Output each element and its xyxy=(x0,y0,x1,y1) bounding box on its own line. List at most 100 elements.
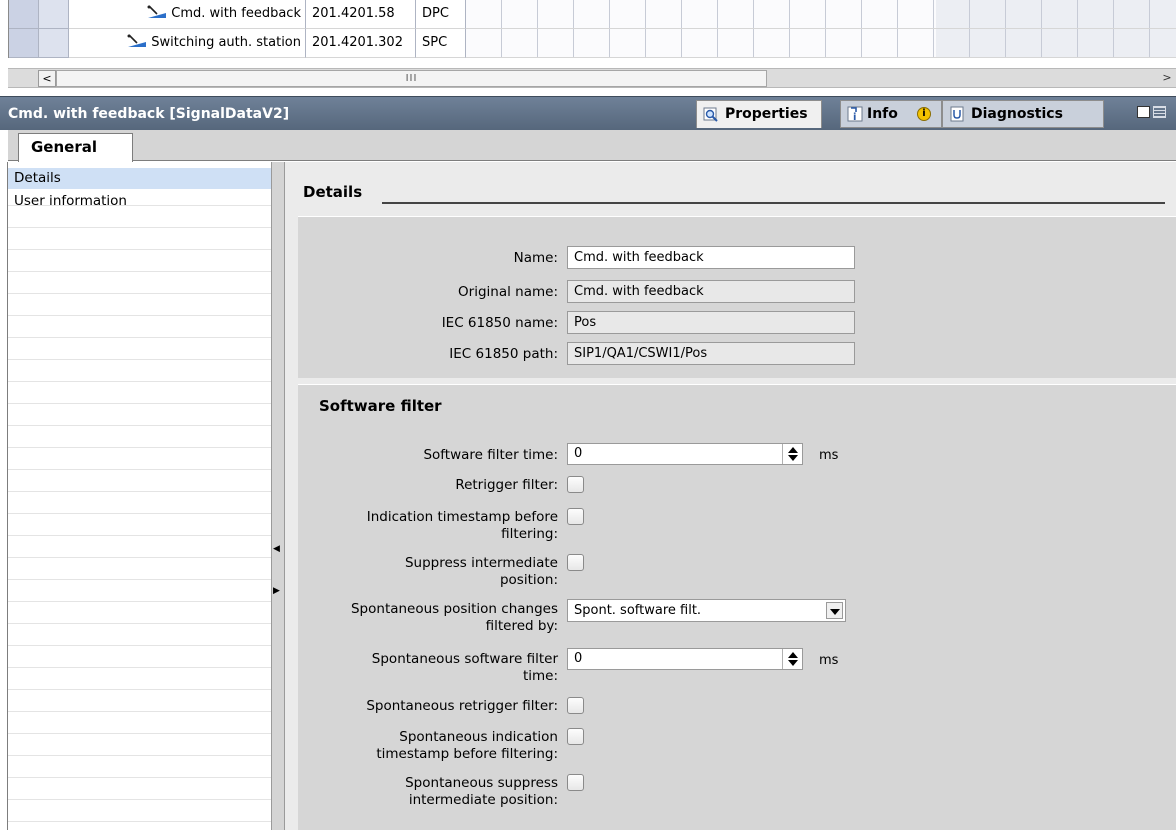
label-line: Spontaneous position changes xyxy=(350,601,558,617)
tab-info[interactable]: i Info i xyxy=(840,100,942,128)
left-edge xyxy=(0,162,8,830)
spin-up-icon[interactable] xyxy=(788,652,798,658)
spont-suppress-label: Spontaneous suppress intermediate positi… xyxy=(405,775,558,809)
table-row[interactable]: Cmd. with feedback 201.4201.58 DPC xyxy=(9,0,1176,29)
timestamp-before-filtering-label: Indication timestamp before filtering: xyxy=(367,509,558,543)
spont-filter-time-value: 0 xyxy=(574,651,583,666)
spont-retrigger-label: Spontaneous retrigger filter: xyxy=(366,698,558,714)
info-warning-badge: i xyxy=(917,107,931,121)
software-filter-heading: Software filter xyxy=(319,397,442,415)
label-line: time: xyxy=(522,668,558,684)
spin-down-icon[interactable] xyxy=(788,455,798,461)
float-window-icon[interactable] xyxy=(1137,106,1150,118)
details-divider xyxy=(382,202,1165,204)
original-name-label: Original name: xyxy=(458,284,558,300)
signal-grid-cells[interactable] xyxy=(466,0,1176,29)
expand-right-icon[interactable]: ▶ xyxy=(273,586,283,596)
suppress-intermediate-checkbox[interactable] xyxy=(567,554,584,571)
panel-splitter[interactable]: ◀ ▶ xyxy=(271,162,285,830)
retrigger-filter-checkbox[interactable] xyxy=(567,476,584,493)
iec-name-label: IEC 61850 name: xyxy=(441,315,558,331)
spont-filter-time-unit: ms xyxy=(819,653,839,668)
nav-item-user-information[interactable]: User information xyxy=(8,191,271,212)
row-header-cell[interactable] xyxy=(9,0,39,29)
label-line: Spontaneous indication xyxy=(399,729,558,745)
diagnostics-icon xyxy=(950,106,964,122)
spont-suppress-checkbox[interactable] xyxy=(567,774,584,791)
signal-address-cell[interactable]: 201.4201.302 xyxy=(306,29,416,58)
inspector-tab-strip: General xyxy=(8,130,1176,162)
tab-properties-label: Properties xyxy=(725,106,808,122)
label-line: Spontaneous software filter xyxy=(371,651,558,667)
software-filter-time-value: 0 xyxy=(574,446,583,461)
spin-down-icon[interactable] xyxy=(788,660,798,666)
signal-table: Cmd. with feedback 201.4201.58 DPC Switc… xyxy=(8,0,1176,58)
software-filter-time-unit: ms xyxy=(819,448,839,463)
spin-up-icon[interactable] xyxy=(788,447,798,453)
left-navigation: Details User information xyxy=(8,162,271,830)
dropdown-value: Spont. software filt. xyxy=(574,603,702,618)
inspector-title: Cmd. with feedback [SignalDataV2] xyxy=(8,106,290,122)
details-group: Name: Cmd. with feedback Original name: … xyxy=(298,216,1176,378)
label-line: timestamp before filtering: xyxy=(376,746,558,762)
label-line: position: xyxy=(499,572,558,588)
suppress-intermediate-label: Suppress intermediate position: xyxy=(405,555,558,589)
horizontal-scrollbar[interactable]: < III > xyxy=(8,68,1176,88)
collapse-left-icon[interactable]: ◀ xyxy=(273,544,283,554)
window-controls xyxy=(1134,106,1168,120)
magnifier-icon xyxy=(703,107,718,122)
table-row[interactable]: Switching auth. station 201.4201.302 SPC xyxy=(9,29,1176,58)
svg-text:i: i xyxy=(853,112,856,122)
spont-timestamp-label: Spontaneous indication timestamp before … xyxy=(376,729,558,763)
spont-filter-time-input[interactable]: 0 xyxy=(567,648,803,670)
signal-address-cell[interactable]: 201.4201.58 xyxy=(306,0,416,29)
nav-item-details[interactable]: Details xyxy=(8,168,271,189)
info-icon: i xyxy=(847,106,863,122)
spont-filter-time-spinner[interactable] xyxy=(782,649,802,669)
spont-timestamp-checkbox[interactable] xyxy=(567,728,584,745)
spont-position-changes-label: Spontaneous position changes filtered by… xyxy=(351,601,558,635)
inspector-header: Cmd. with feedback [SignalDataV2] Proper… xyxy=(0,96,1176,130)
software-filter-time-input[interactable]: 0 xyxy=(567,443,803,465)
signal-name-cell[interactable]: Cmd. with feedback xyxy=(69,0,306,29)
iec-path-label: IEC 61850 path: xyxy=(449,346,558,362)
chevron-down-icon[interactable] xyxy=(826,602,843,619)
software-filter-time-label: Software filter time: xyxy=(423,447,558,463)
signal-grid-cells[interactable] xyxy=(466,29,1176,58)
label-line: Spontaneous suppress xyxy=(405,775,558,791)
label-line: Indication timestamp before xyxy=(366,509,558,525)
software-filter-time-spinner[interactable] xyxy=(782,444,802,464)
label-line: filtered by: xyxy=(485,618,558,634)
tab-diagnostics-label: Diagnostics xyxy=(971,106,1063,122)
signal-type-cell[interactable]: DPC xyxy=(416,0,466,29)
signal-name-cell[interactable]: Switching auth. station xyxy=(69,29,306,58)
tab-diagnostics[interactable]: Diagnostics xyxy=(942,100,1104,128)
name-label: Name: xyxy=(513,250,558,266)
scroll-left-button[interactable]: < xyxy=(38,70,56,87)
spont-retrigger-checkbox[interactable] xyxy=(567,697,584,714)
spont-position-changes-dropdown[interactable]: Spont. software filt. xyxy=(567,599,846,622)
scroll-thumb[interactable]: III xyxy=(56,70,767,87)
tab-properties[interactable]: Properties xyxy=(696,100,822,128)
timestamp-before-filtering-checkbox[interactable] xyxy=(567,508,584,525)
row-header-cell[interactable] xyxy=(39,0,69,29)
switch-signal-icon xyxy=(127,34,147,47)
maximize-window-icon[interactable] xyxy=(1153,106,1166,118)
iec-name-field: Pos xyxy=(567,311,855,334)
iec-path-field: SIP1/QA1/CSWI1/Pos xyxy=(567,342,855,365)
name-field[interactable]: Cmd. with feedback xyxy=(567,246,855,269)
original-name-field: Cmd. with feedback xyxy=(567,280,855,303)
scroll-right-button[interactable]: > xyxy=(1158,70,1176,87)
signal-type-cell[interactable]: SPC xyxy=(416,29,466,58)
row-header-cell[interactable] xyxy=(9,29,39,58)
row-header-cell[interactable] xyxy=(39,29,69,58)
properties-content: Details Name: Cmd. with feedback Origina… xyxy=(285,162,1176,830)
label-line: Suppress intermediate xyxy=(404,555,558,571)
spont-filter-time-label: Spontaneous software filter time: xyxy=(372,651,558,685)
retrigger-filter-label: Retrigger filter: xyxy=(455,477,558,493)
tab-general[interactable]: General xyxy=(18,133,133,162)
software-filter-group: Software filter Software filter time: 0 … xyxy=(298,384,1176,830)
switch-signal-icon xyxy=(147,5,167,18)
details-heading: Details xyxy=(303,183,363,201)
tab-info-label: Info xyxy=(867,106,898,122)
